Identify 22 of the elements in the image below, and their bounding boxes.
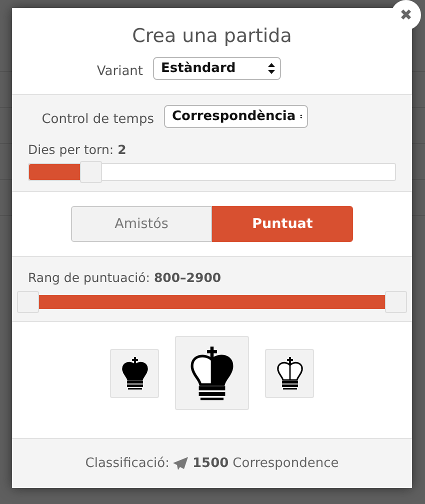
slider-handle[interactable] (385, 291, 407, 313)
variant-select[interactable]: Estàndard (153, 57, 281, 80)
slider-label: Dies per torn: 2 (28, 142, 128, 157)
color-choice-button[interactable] (175, 336, 249, 410)
slider-label: Rang de puntuació: 800–2900 (27, 270, 222, 285)
rating-label: Classificació: (85, 456, 170, 471)
color-choice-button[interactable] (265, 348, 314, 398)
paper-plane-icon (173, 457, 188, 470)
perf-name: Correspondence (232, 456, 339, 471)
rating-value: 1500 (192, 456, 229, 471)
field-label: Control de temps (40, 111, 154, 127)
slider-handle[interactable] (80, 161, 102, 183)
mode-tab[interactable]: Amistós (71, 206, 212, 242)
slider-handle[interactable] (17, 291, 39, 313)
select-arrows-icon (268, 63, 275, 74)
color-choice-button[interactable] (110, 348, 159, 398)
dialog-title: Crea una partida (132, 24, 292, 49)
days-slider[interactable] (28, 163, 396, 181)
field-label: Variant (96, 63, 143, 79)
mode-tab[interactable]: Puntuat (212, 206, 353, 242)
close-button[interactable]: ✖ (391, 0, 421, 30)
time-control-select[interactable]: Correspondència (164, 105, 308, 128)
